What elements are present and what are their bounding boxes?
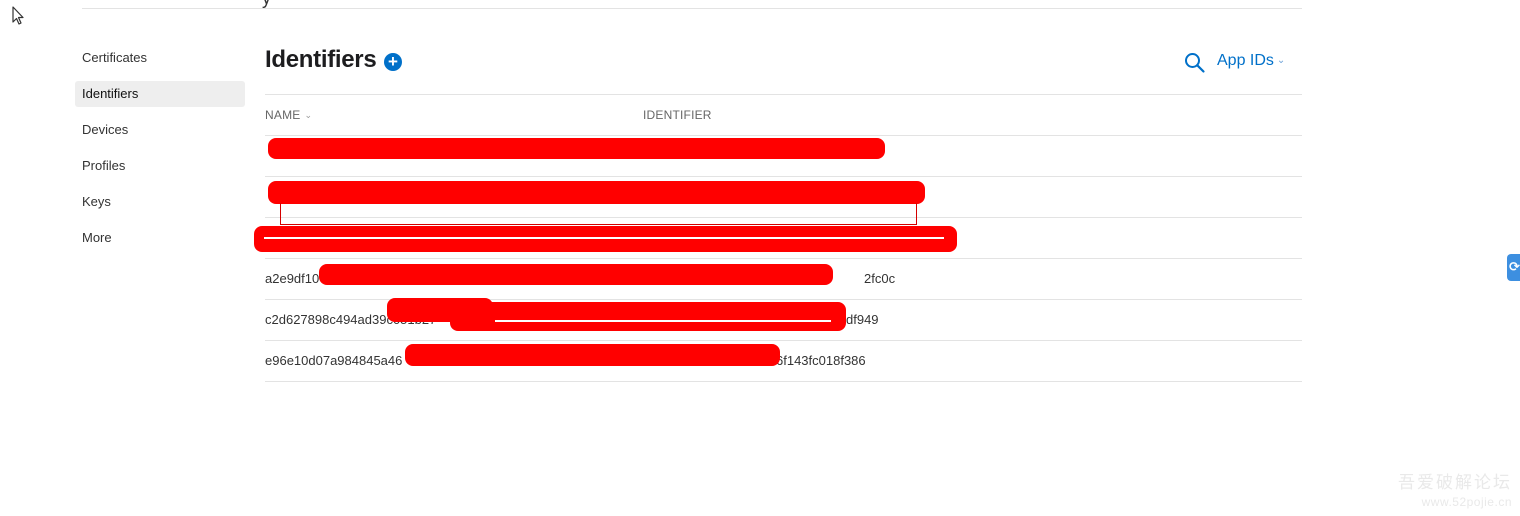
redaction-mark	[450, 302, 846, 331]
mouse-cursor-icon	[12, 6, 24, 25]
watermark: 吾爱破解论坛 www.52pojie.cn	[1398, 468, 1512, 509]
redaction-mark	[405, 344, 780, 366]
filter-label: App IDs	[1217, 52, 1274, 69]
chevron-down-icon: ⌄	[1276, 55, 1286, 66]
floating-side-tab[interactable]: ⟳	[1507, 254, 1520, 281]
column-name-label: NAME	[265, 108, 301, 122]
redaction-mark	[319, 264, 833, 285]
redaction-mark	[268, 181, 925, 204]
redaction-mark	[916, 203, 917, 225]
redaction-gap	[264, 237, 944, 239]
column-header-identifier: IDENTIFIER	[643, 108, 712, 122]
top-divider	[82, 8, 1302, 9]
sidebar-item-devices[interactable]: Devices	[75, 117, 245, 143]
page-title: Identifiers	[265, 46, 377, 73]
sidebar-item-certificates[interactable]: Certificates	[75, 45, 245, 71]
sidebar-item-keys[interactable]: Keys	[75, 189, 245, 215]
sidebar: Certificates Identifiers Devices Profile…	[75, 45, 245, 261]
redaction-mark	[280, 224, 917, 225]
app-ids-filter[interactable]: App IDs ⌄	[1217, 52, 1285, 70]
redaction-mark	[268, 138, 885, 159]
sidebar-item-identifiers[interactable]: Identifiers	[75, 81, 245, 107]
watermark-url: www.52pojie.cn	[1421, 495, 1512, 509]
redaction-mark	[280, 203, 281, 225]
watermark-title: 吾爱破解论坛	[1398, 473, 1512, 492]
row-identifier: 2fc0c	[864, 271, 896, 286]
redaction-gap	[495, 320, 831, 322]
refresh-icon: ⟳	[1509, 259, 1520, 274]
plus-circle-icon[interactable]: +	[384, 53, 402, 71]
redaction-mark	[254, 226, 957, 252]
row-identifier: df949	[846, 312, 879, 327]
sidebar-item-more[interactable]: More	[75, 225, 245, 251]
row-identifier: 6f143fc018f386	[776, 353, 866, 368]
table-header: NAME ⌄ IDENTIFIER	[265, 95, 1302, 136]
row-name: e96e10d07a984845a46	[265, 353, 403, 368]
chevron-down-icon: ⌄	[304, 110, 313, 120]
search-icon[interactable]	[1184, 52, 1206, 74]
row-name: a2e9df10	[265, 271, 320, 286]
column-header-name[interactable]: NAME ⌄	[265, 108, 312, 122]
sidebar-item-profiles[interactable]: Profiles	[75, 153, 245, 179]
